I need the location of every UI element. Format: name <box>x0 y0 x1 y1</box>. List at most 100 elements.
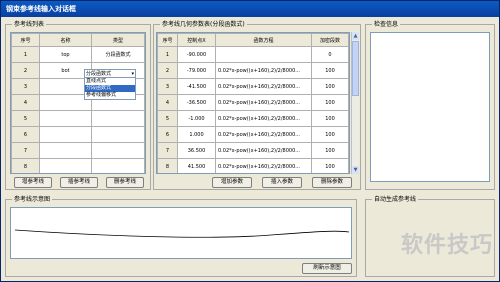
cell-control-x[interactable]: 41.500 <box>177 158 216 173</box>
param-table-scrollbar[interactable]: ▲ ▼ <box>351 32 359 174</box>
col-header-index[interactable]: 序号 <box>157 33 178 47</box>
table-row[interactable]: 7 36.500 0.02*x-pow((x+160),2)/2/8000... 10… <box>157 142 349 159</box>
row-number: 1 <box>11 46 40 63</box>
cell-segments[interactable]: 100 <box>311 126 349 143</box>
cell-segments[interactable]: 100 <box>311 78 349 95</box>
cell-function[interactable]: 0.02*x-pow((x+160),2)/2/8000... <box>215 62 312 79</box>
ref-list-grid[interactable]: 序号 名称 类型 1 top 分段函数式 2 bot 3 4 5 6 7 8 <box>10 32 146 174</box>
row-number: 2 <box>11 62 40 79</box>
cell-name[interactable]: top <box>39 46 92 63</box>
cell-type[interactable] <box>91 110 145 127</box>
dropdown-option-highlighted[interactable]: 分段函数式 <box>85 85 135 92</box>
row-number: 2 <box>157 62 178 79</box>
cell-control-x[interactable]: -41.500 <box>177 78 216 95</box>
cell-segments[interactable]: 100 <box>311 158 349 173</box>
col-header-name[interactable]: 名称 <box>39 33 92 47</box>
cell-control-x[interactable]: -90.000 <box>177 46 216 63</box>
scroll-up-icon[interactable]: ▲ <box>352 32 359 40</box>
row-number: 5 <box>11 110 40 127</box>
cell-control-x[interactable]: -36.500 <box>177 94 216 111</box>
table-row[interactable]: 5 <box>11 110 145 127</box>
refresh-sketch-button[interactable]: 刷新示意图 <box>302 263 352 274</box>
type-dropdown-selected[interactable]: 分段函数式 ▾ <box>85 70 135 78</box>
scroll-thumb[interactable] <box>352 41 359 96</box>
check-info-textbox[interactable] <box>370 32 490 182</box>
cell-name[interactable] <box>39 126 92 143</box>
cell-function[interactable]: 0.02*x-pow((x+160),2)/2/8000... <box>215 142 312 159</box>
row-number: 5 <box>157 110 178 127</box>
cell-segments[interactable]: 100 <box>311 142 349 159</box>
table-row[interactable]: 3 -41.500 0.02*x-pow((x+160),2)/2/8000... 1… <box>157 78 349 95</box>
cell-name[interactable] <box>39 110 92 127</box>
param-table-group: 参考线几何参数表(分段函数式) 序号 控制点X 函数方程 加密段数 1 -90.0… <box>153 20 361 190</box>
col-header-segments[interactable]: 加密段数 <box>311 33 349 47</box>
check-info-group: 检查信息 <box>365 20 495 190</box>
auto-gen-label: 自动生成参考线 <box>372 195 419 204</box>
row-number: 1 <box>157 46 178 63</box>
cell-type[interactable] <box>91 142 145 159</box>
cell-type[interactable] <box>91 126 145 143</box>
delete-ref-line-button[interactable]: 删参考线 <box>106 177 144 188</box>
cell-function[interactable]: 0.02*x-pow((x+160),2)/2/8000... <box>215 110 312 127</box>
watermark-text: 软件技巧 <box>400 233 493 258</box>
insert-ref-line-button[interactable]: 插参考线 <box>60 177 98 188</box>
cell-name[interactable] <box>39 158 92 173</box>
row-number: 3 <box>157 78 178 95</box>
sketch-group: 参考线示意图 刷新示意图 <box>5 195 357 277</box>
ref-list-label: 参考线列表 <box>12 20 47 29</box>
cell-control-x[interactable]: 1.000 <box>177 126 216 143</box>
cell-type[interactable] <box>91 158 145 173</box>
scroll-down-icon[interactable]: ▼ <box>352 166 359 174</box>
type-dropdown[interactable]: 分段函数式 ▾ 直线点式 分段函数式 参考线偏移式 <box>84 69 136 100</box>
table-row[interactable]: 5 -1.000 0.02*x-pow((x+160),2)/2/8000... 10… <box>157 110 349 127</box>
cell-function[interactable]: 0.02*x-pow((x+160),2)/2/8000... <box>215 158 312 173</box>
table-row[interactable]: 1 -90.000 0 <box>157 46 349 63</box>
table-row[interactable]: 8 41.500 0.02*x-pow((x+160),2)/2/8000... 10… <box>157 158 349 173</box>
table-row[interactable]: 2 -79.000 0.02*x-pow((x+160),2)/2/8000... 1… <box>157 62 349 79</box>
delete-param-button[interactable]: 删除参数 <box>312 177 352 188</box>
table-row[interactable]: 1 top 分段函数式 <box>11 46 145 63</box>
insert-param-button[interactable]: 插入参数 <box>262 177 302 188</box>
add-ref-line-button[interactable]: 增参考线 <box>14 177 52 188</box>
chevron-down-icon[interactable]: ▾ <box>131 70 134 78</box>
cell-segments[interactable]: 100 <box>311 94 349 111</box>
dropdown-option[interactable]: 直线点式 <box>85 78 135 85</box>
col-header-type[interactable]: 类型 <box>91 33 145 47</box>
row-number: 6 <box>11 126 40 143</box>
row-number: 4 <box>11 94 40 111</box>
table-row[interactable]: 8 <box>11 158 145 173</box>
param-table-label: 参考线几何参数表(分段函数式) <box>160 20 247 29</box>
param-table-grid[interactable]: 序号 控制点X 函数方程 加密段数 1 -90.000 0 2 -79.000 0.02… <box>156 32 350 174</box>
row-number: 4 <box>157 94 178 111</box>
dropdown-option[interactable]: 参考线偏移式 <box>85 92 135 99</box>
cell-control-x[interactable]: 36.500 <box>177 142 216 159</box>
table-row[interactable]: 4 -36.500 0.02*x-pow((x+160),2)/2/8000... 1… <box>157 94 349 111</box>
table-row[interactable]: 6 1.000 0.02*x-pow((x+160),2)/2/8000... 100 <box>157 126 349 143</box>
col-header-function[interactable]: 函数方程 <box>215 33 312 47</box>
row-number: 7 <box>157 142 178 159</box>
cell-control-x[interactable]: -79.000 <box>177 62 216 79</box>
row-number: 8 <box>11 158 40 173</box>
cell-segments[interactable]: 0 <box>311 46 349 63</box>
dialog-window: 钢束参考线输入对话框 参考线列表 序号 名称 类型 1 top 分段函数式 2 bot… <box>0 0 500 282</box>
sketch-label: 参考线示意图 <box>12 195 53 204</box>
window-title: 钢束参考线输入对话框 <box>1 1 499 17</box>
ref-list-group: 参考线列表 序号 名称 类型 1 top 分段函数式 2 bot 3 4 5 6… <box>5 20 151 190</box>
col-header-index[interactable]: 序号 <box>11 33 40 47</box>
cell-type[interactable]: 分段函数式 <box>91 46 145 63</box>
cell-function[interactable]: 0.02*x-pow((x+160),2)/2/8000... <box>215 78 312 95</box>
ref-line-curve <box>14 229 350 238</box>
cell-control-x[interactable]: -1.000 <box>177 110 216 127</box>
cell-name[interactable] <box>39 142 92 159</box>
cell-segments[interactable]: 100 <box>311 110 349 127</box>
type-dropdown-value: 分段函数式 <box>86 71 112 77</box>
col-header-control-x[interactable]: 控制点X <box>177 33 216 47</box>
cell-function[interactable]: 0.02*x-pow((x+160),2)/2/8000... <box>215 126 312 143</box>
add-param-button[interactable]: 增加参数 <box>212 177 252 188</box>
table-row[interactable]: 6 <box>11 126 145 143</box>
cell-segments[interactable]: 100 <box>311 62 349 79</box>
table-row[interactable]: 7 <box>11 142 145 159</box>
row-number: 8 <box>157 158 178 173</box>
cell-function[interactable]: 0.02*x-pow((x+160),2)/2/8000... <box>215 94 312 111</box>
cell-function[interactable] <box>215 46 312 63</box>
